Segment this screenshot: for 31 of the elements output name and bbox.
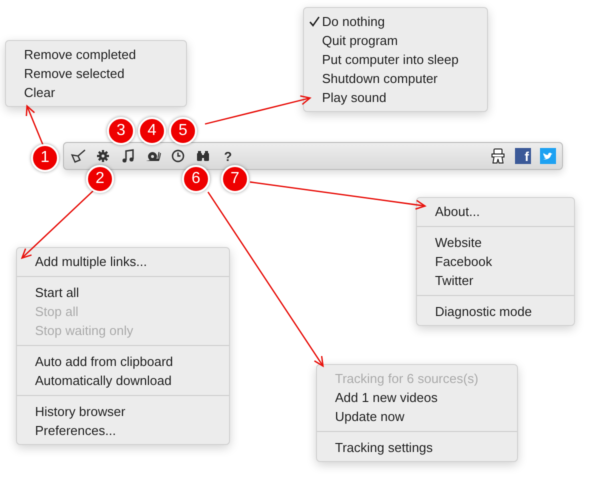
number-badge: 7 (221, 165, 249, 193)
number-badge: 1 (31, 144, 59, 172)
menu-item[interactable]: Clear (6, 83, 186, 102)
menu-item[interactable]: History browser (17, 402, 229, 421)
menu-item[interactable]: Remove selected (6, 64, 186, 83)
menu-item[interactable]: Tracking settings (317, 438, 517, 457)
menu-item[interactable]: Website (417, 233, 574, 252)
menu-item[interactable]: Facebook (417, 252, 574, 271)
menu-item[interactable]: Twitter (417, 271, 574, 290)
menu-item[interactable]: Start all (17, 283, 229, 302)
menu-item[interactable]: Add 1 new videos (317, 388, 517, 407)
menu-item[interactable]: Diagnostic mode (417, 302, 574, 321)
number-badge: 6 (182, 165, 210, 193)
number-badge: 3 (107, 117, 135, 145)
number-badge: 4 (138, 117, 166, 145)
facebook-button[interactable]: f (515, 148, 531, 164)
menu-item[interactable]: About... (417, 202, 574, 221)
menu-item[interactable]: Auto add from clipboard (17, 352, 229, 371)
menu-item[interactable]: Update now (317, 407, 517, 426)
menu-item[interactable]: Automatically download (17, 371, 229, 390)
menu-item[interactable]: Shutdown computer (304, 69, 487, 88)
menu-item[interactable]: Put computer into sleep (304, 50, 487, 69)
menu-item[interactable]: Remove completed (6, 45, 186, 64)
menu-item[interactable]: Play sound (304, 88, 487, 107)
menu-item[interactable]: Quit program (304, 31, 487, 50)
number-badge: 5 (169, 117, 197, 145)
menu-item[interactable]: Preferences... (17, 421, 229, 440)
number-badge: 2 (86, 165, 114, 193)
help-button[interactable]: ? (220, 148, 236, 164)
menu-item[interactable]: Do nothing (304, 12, 487, 31)
menu-item[interactable]: Add multiple links... (17, 252, 229, 271)
